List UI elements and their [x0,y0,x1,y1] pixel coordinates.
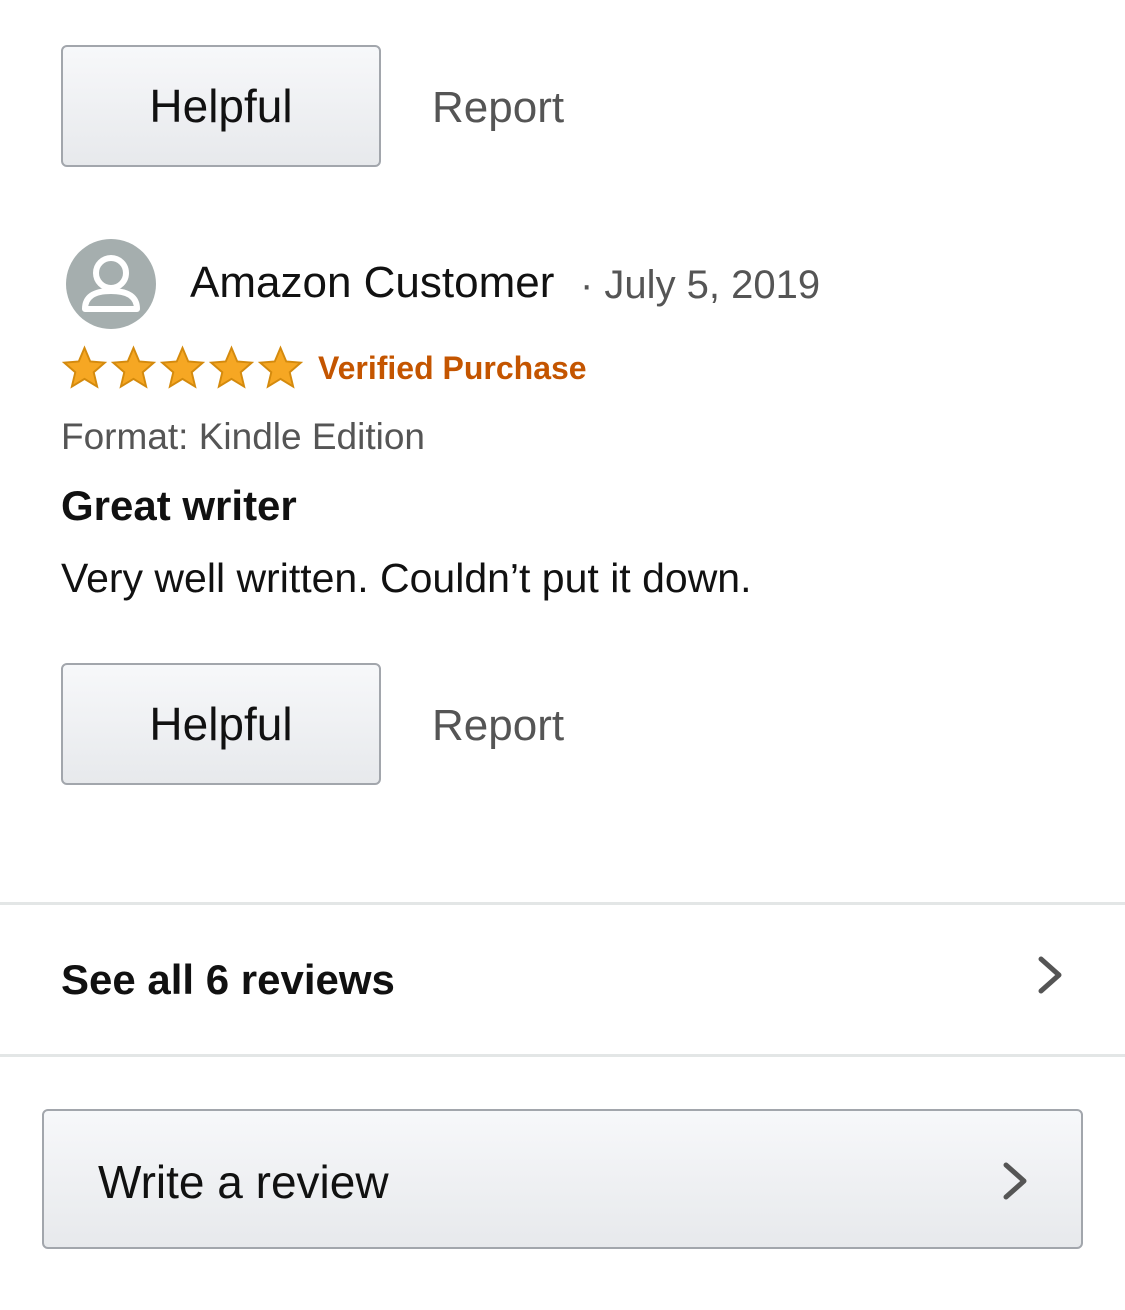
divider [0,902,1125,905]
user-avatar-icon [66,239,156,329]
star-rating [60,345,305,391]
star-icon [208,345,255,389]
helpful-button[interactable]: Helpful [61,663,381,785]
see-all-reviews-label: See all 6 reviews [61,956,395,1003]
star-icon [61,345,108,389]
reviewer-name[interactable]: Amazon Customer [190,261,554,305]
write-review-label: Write a review [98,1156,389,1208]
helpful-button[interactable]: Helpful [61,45,381,167]
report-link[interactable]: Report [432,704,564,748]
write-review-button[interactable]: Write a review [42,1109,1083,1249]
divider [0,1054,1125,1057]
review-date: · July 5, 2019 [580,263,821,307]
star-icon [257,345,304,389]
chevron-right-icon [1003,1162,1027,1200]
review-title: Great writer [61,482,297,529]
chevron-right-icon [1038,956,1062,994]
review-format: Format: Kindle Edition [61,416,426,457]
report-link[interactable]: Report [432,86,564,130]
star-icon [110,345,157,389]
see-all-reviews-row[interactable]: See all 6 reviews [0,906,1125,1054]
star-icon [159,345,206,389]
verified-purchase-badge: Verified Purchase [318,350,587,386]
review-body: Very well written. Couldn’t put it down. [61,555,752,601]
